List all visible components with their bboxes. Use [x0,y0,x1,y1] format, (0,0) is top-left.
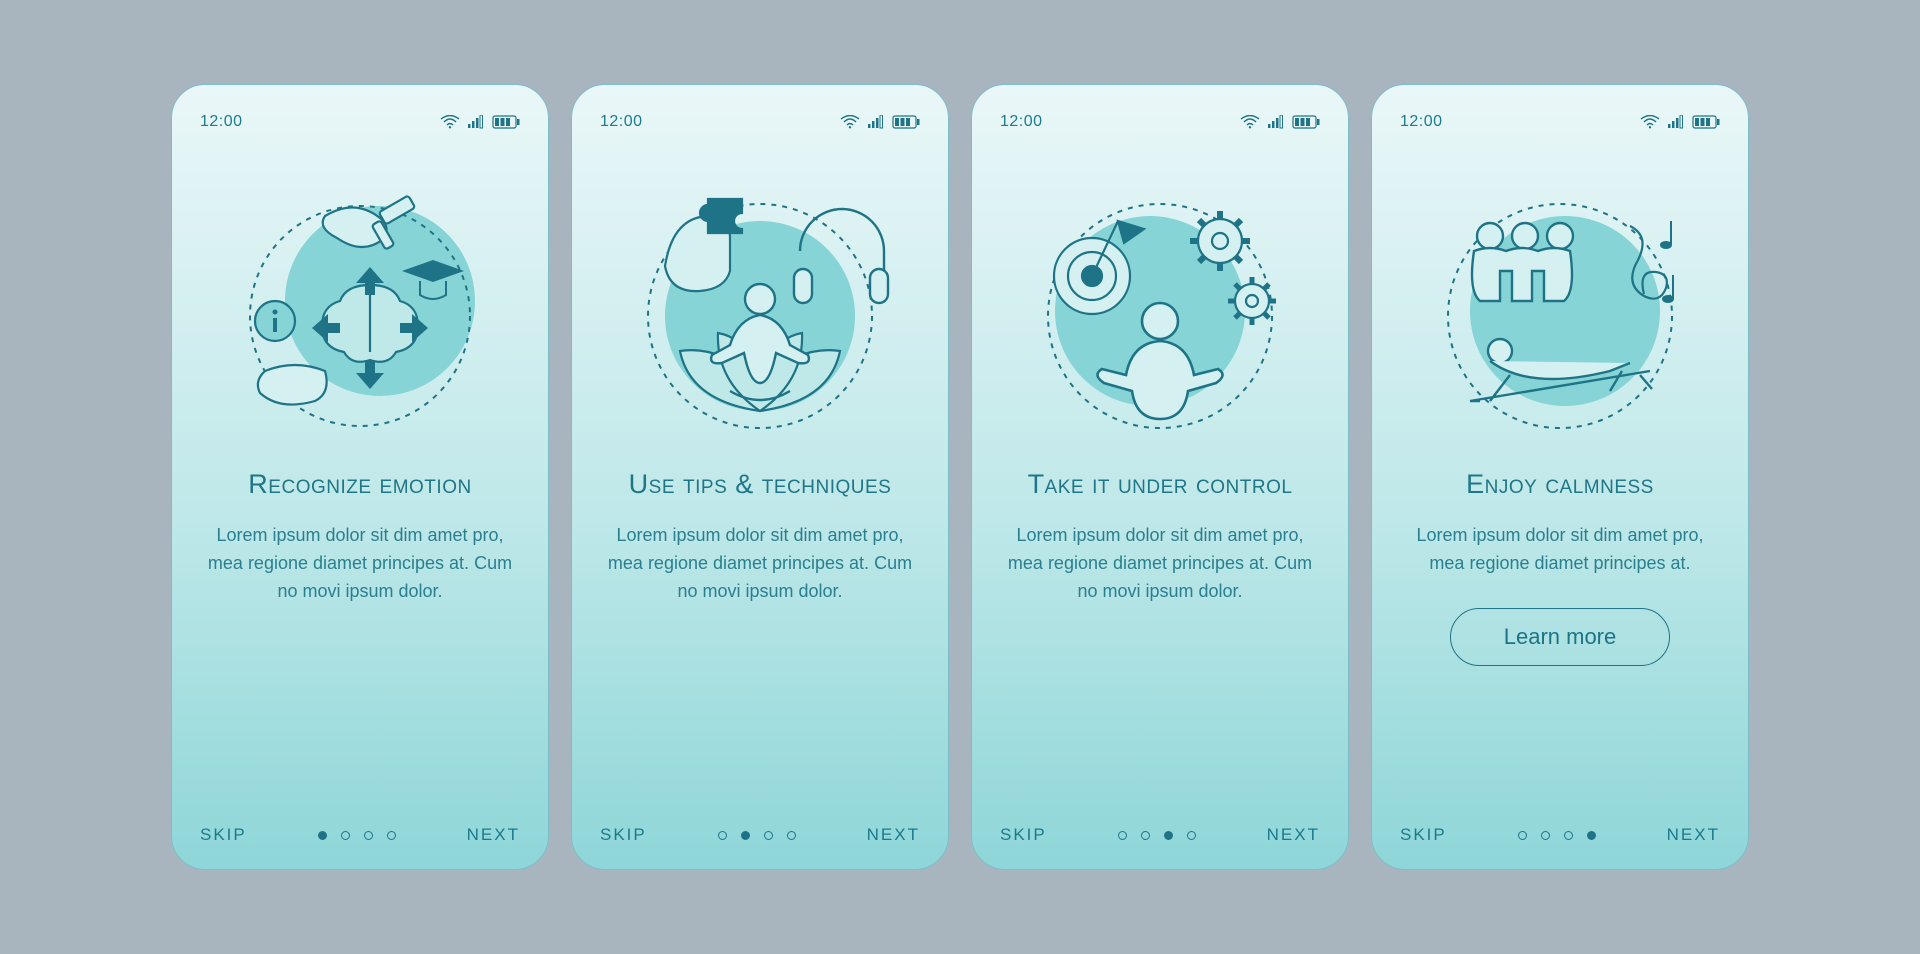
next-button[interactable]: NEXT [1667,825,1720,845]
dot-4[interactable] [1187,831,1196,840]
calmness-icon [1430,181,1690,441]
screen-title: Use tips & techniques [600,469,920,500]
wifi-icon [1240,115,1260,129]
battery-icon [1292,115,1320,129]
dot-1[interactable] [1518,831,1527,840]
signal-icon [1667,115,1685,129]
dot-4[interactable] [1587,831,1596,840]
clock: 12:00 [600,113,643,131]
signal-icon [467,115,485,129]
dot-1[interactable] [318,831,327,840]
dot-2[interactable] [341,831,350,840]
signal-icon [1267,115,1285,129]
page-dots [318,831,396,840]
onboarding-screen-4: 12:00 [1371,84,1749,870]
battery-icon [492,115,520,129]
dot-2[interactable] [741,831,750,840]
wifi-icon [440,115,460,129]
dot-4[interactable] [387,831,396,840]
skip-button[interactable]: SKIP [1400,825,1447,845]
status-bar: 12:00 [200,111,520,133]
onboarding-screen-2: 12:00 [571,84,949,870]
page-dots [718,831,796,840]
status-icons [1240,115,1320,129]
skip-button[interactable]: SKIP [1000,825,1047,845]
battery-icon [892,115,920,129]
screen-body: Lorem ipsum dolor sit dim amet pro, mea … [600,522,920,606]
screen-body: Lorem ipsum dolor sit dim amet pro, mea … [1400,522,1720,578]
dot-3[interactable] [1564,831,1573,840]
meditation-icon [630,181,890,441]
next-button[interactable]: NEXT [467,825,520,845]
screen-title: Enjoy calmness [1400,469,1720,500]
onboarding-screen-3: 12:00 [971,84,1349,870]
brain-arrows-icon [230,181,490,441]
next-button[interactable]: NEXT [867,825,920,845]
status-bar: 12:00 [1400,111,1720,133]
onboarding-nav: SKIP NEXT [1400,825,1720,845]
dot-4[interactable] [787,831,796,840]
illustration [600,161,920,461]
dot-1[interactable] [1118,831,1127,840]
skip-button[interactable]: SKIP [600,825,647,845]
onboarding-nav: SKIP NEXT [200,825,520,845]
status-icons [440,115,520,129]
illustration [1000,161,1320,461]
dot-3[interactable] [764,831,773,840]
learn-more-button[interactable]: Learn more [1450,608,1670,666]
wifi-icon [840,115,860,129]
status-icons [1640,115,1720,129]
status-icons [840,115,920,129]
dot-3[interactable] [364,831,373,840]
illustration [1400,161,1720,461]
clock: 12:00 [200,113,243,131]
onboarding-screen-1: 12:00 [171,84,549,870]
signal-icon [867,115,885,129]
dot-2[interactable] [1541,831,1550,840]
onboarding-nav: SKIP NEXT [1000,825,1320,845]
control-gears-icon [1030,181,1290,441]
page-dots [1118,831,1196,840]
status-bar: 12:00 [1000,111,1320,133]
screen-body: Lorem ipsum dolor sit dim amet pro, mea … [1000,522,1320,606]
clock: 12:00 [1400,113,1443,131]
onboarding-nav: SKIP NEXT [600,825,920,845]
dot-1[interactable] [718,831,727,840]
screen-title: Take it under control [1000,469,1320,500]
screen-body: Lorem ipsum dolor sit dim amet pro, mea … [200,522,520,606]
dot-2[interactable] [1141,831,1150,840]
dot-3[interactable] [1164,831,1173,840]
battery-icon [1692,115,1720,129]
skip-button[interactable]: SKIP [200,825,247,845]
clock: 12:00 [1000,113,1043,131]
phone-stage: 12:00 [171,84,1749,870]
screen-title: Recognize emotion [200,469,520,500]
wifi-icon [1640,115,1660,129]
next-button[interactable]: NEXT [1267,825,1320,845]
illustration [200,161,520,461]
page-dots [1518,831,1596,840]
status-bar: 12:00 [600,111,920,133]
